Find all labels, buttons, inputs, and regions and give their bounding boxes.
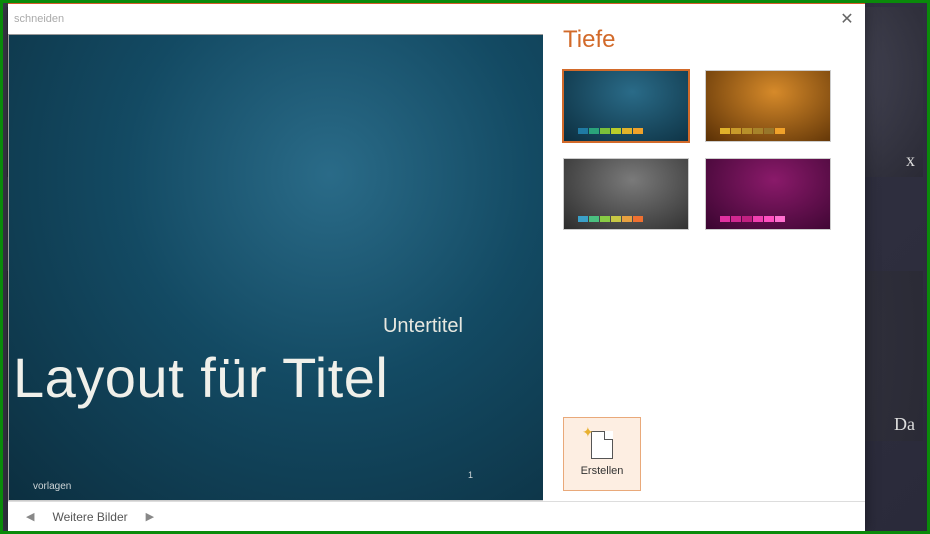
variants-heading: Tiefe <box>563 26 847 54</box>
next-image-arrow[interactable]: ▶ <box>146 510 154 523</box>
variant-blue[interactable] <box>563 70 689 142</box>
slide-preview: Untertitel Layout für Titel 1 vorlagen <box>8 34 543 501</box>
slide-footer: vorlagen <box>33 481 71 492</box>
variant-grid <box>563 70 847 230</box>
create-button[interactable]: ✦ Erstellen <box>563 417 641 491</box>
more-images-label: Weitere Bilder <box>52 510 127 524</box>
template-preview-dialog: ✕ schneiden Untertitel Layout für Titel … <box>8 3 865 531</box>
variant-magenta[interactable] <box>705 158 831 230</box>
close-icon[interactable]: ✕ <box>837 10 857 30</box>
slide-subtitle: Untertitel <box>383 315 463 338</box>
bg-hint-text: schneiden <box>8 4 543 34</box>
sparkle-icon: ✦ <box>582 424 594 441</box>
slide-page-number: 1 <box>468 470 473 480</box>
more-images-nav: ◀ Weitere Bilder ▶ <box>8 501 865 531</box>
slide-title: Layout für Titel <box>13 345 388 410</box>
variant-gray[interactable] <box>563 158 689 230</box>
new-document-icon: ✦ <box>591 431 613 459</box>
prev-image-arrow[interactable]: ◀ <box>26 510 34 523</box>
variant-orange[interactable] <box>705 70 831 142</box>
create-button-label: Erstellen <box>581 465 624 477</box>
